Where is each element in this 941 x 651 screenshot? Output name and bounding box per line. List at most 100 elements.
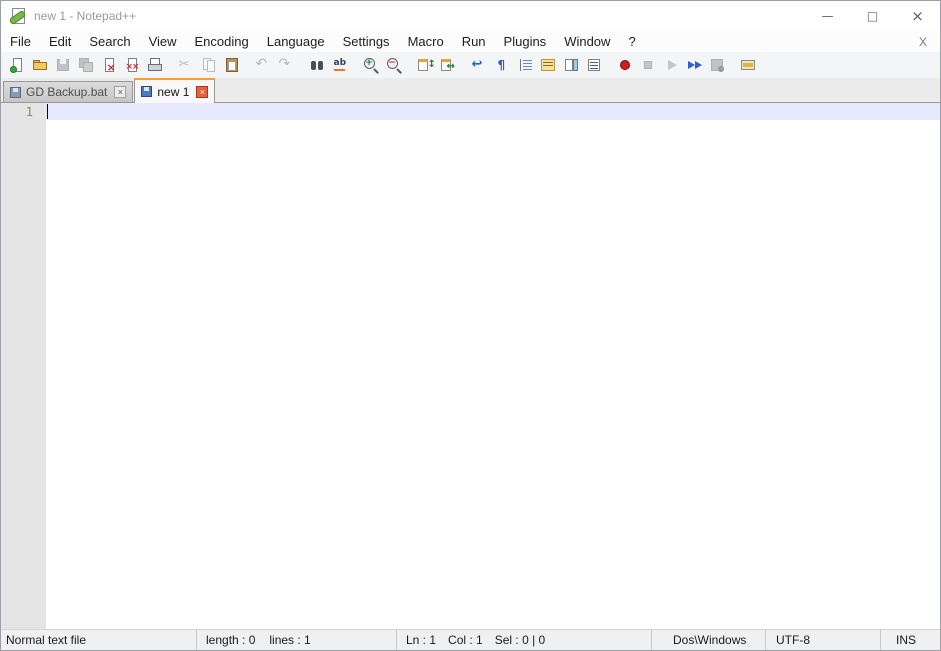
open-file-icon xyxy=(32,57,48,73)
macro-start-recording-button[interactable] xyxy=(613,54,636,76)
text-editing-area[interactable] xyxy=(46,103,940,629)
tab-close-icon[interactable]: × xyxy=(196,85,209,98)
document-map-button[interactable] xyxy=(559,54,582,76)
show-indent-guide-button[interactable] xyxy=(513,54,536,76)
status-selection: Sel : 0 | 0 xyxy=(494,633,546,647)
macro-playback-button xyxy=(659,54,682,76)
macro-save-icon xyxy=(709,57,725,73)
maximize-button[interactable]: □ xyxy=(850,1,895,31)
zoom-in-icon xyxy=(363,57,379,73)
tab-gd-backup-bat[interactable]: GD Backup.bat × xyxy=(3,81,134,102)
menu-bar: File Edit Search View Encoding Language Settin… xyxy=(1,31,940,52)
macro-start-recording-icon xyxy=(617,57,633,73)
menu-item-view[interactable]: View xyxy=(140,32,186,51)
editor-area: 1 xyxy=(1,103,940,629)
paste-button[interactable] xyxy=(220,54,243,76)
status-typing-mode-label: INS xyxy=(896,633,917,647)
new-file-button[interactable] xyxy=(5,54,28,76)
close-all-icon xyxy=(124,57,140,73)
sync-horizontal-scrolling-button[interactable] xyxy=(436,54,459,76)
macro-run-multiple-times-button[interactable] xyxy=(682,54,705,76)
toolbar-separator xyxy=(243,54,251,76)
sync-vertical-scrolling-button[interactable] xyxy=(413,54,436,76)
document-list-icon xyxy=(586,57,602,73)
menu-item-window[interactable]: Window xyxy=(555,32,619,51)
minimize-button[interactable]: — xyxy=(805,1,850,31)
status-encoding-label: UTF-8 xyxy=(776,633,810,647)
zoom-in-button[interactable] xyxy=(359,54,382,76)
redo-icon xyxy=(278,57,294,73)
status-typing-mode[interactable]: INS xyxy=(881,630,940,650)
save-icon xyxy=(55,57,71,73)
close-button[interactable] xyxy=(97,54,120,76)
menu-item-settings[interactable]: Settings xyxy=(334,32,399,51)
status-doc-type-label: Normal text file xyxy=(6,633,87,647)
window-controls: — □ × xyxy=(805,1,940,31)
find-button[interactable] xyxy=(305,54,328,76)
status-line: Ln : 1 xyxy=(406,633,437,647)
word-wrap-button[interactable] xyxy=(467,54,490,76)
show-all-characters-icon xyxy=(494,57,510,73)
notepad-plus-plus-window: new 1 - Notepad++ — □ × File Edit Search Vi… xyxy=(0,0,941,651)
zoom-out-button[interactable] xyxy=(382,54,405,76)
toolbar xyxy=(1,52,940,78)
macro-stop-recording-button xyxy=(636,54,659,76)
print-button[interactable] xyxy=(143,54,166,76)
show-all-characters-button[interactable] xyxy=(490,54,513,76)
macro-playback-icon xyxy=(663,57,679,73)
status-eol-label: Dos\Windows xyxy=(673,633,747,647)
edit-toolbar-icon xyxy=(740,57,756,73)
print-icon xyxy=(147,57,163,73)
close-all-button[interactable] xyxy=(120,54,143,76)
window-title: new 1 - Notepad++ xyxy=(34,9,137,23)
unsaved-floppy-icon xyxy=(10,86,21,98)
notepad-plus-plus-logo-icon xyxy=(9,8,26,24)
menu-close-document-x[interactable]: X xyxy=(906,35,940,49)
menu-item-plugins[interactable]: Plugins xyxy=(495,32,556,51)
status-encoding[interactable]: UTF-8 xyxy=(766,630,881,650)
copy-button xyxy=(197,54,220,76)
status-cursor-position: Ln : 1 Col : 1 Sel : 0 | 0 xyxy=(397,630,652,650)
close-button[interactable]: × xyxy=(895,1,940,31)
status-lines: lines : 1 xyxy=(269,633,311,647)
toolbar-separator xyxy=(297,54,305,76)
menu-item-language[interactable]: Language xyxy=(258,32,334,51)
function-list-button[interactable] xyxy=(536,54,559,76)
tab-label: new 1 xyxy=(157,84,190,99)
line-number: 1 xyxy=(25,105,33,119)
document-map-icon xyxy=(563,57,579,73)
paste-icon xyxy=(224,57,240,73)
open-file-button[interactable] xyxy=(28,54,51,76)
tab-new-1[interactable]: new 1 × xyxy=(134,78,216,103)
title-bar: new 1 - Notepad++ — □ × xyxy=(1,1,940,31)
menu-item-help[interactable]: ? xyxy=(619,32,644,51)
menu-item-encoding[interactable]: Encoding xyxy=(186,32,258,51)
tab-close-icon[interactable]: × xyxy=(114,86,127,98)
redo-button xyxy=(274,54,297,76)
menu-item-search[interactable]: Search xyxy=(80,32,139,51)
tab-bar: GD Backup.bat × new 1 × xyxy=(1,78,940,103)
tab-label: GD Backup.bat xyxy=(26,85,108,99)
toolbar-separator xyxy=(605,54,613,76)
status-eol-format[interactable]: Dos\Windows xyxy=(652,630,766,650)
document-list-button[interactable] xyxy=(582,54,605,76)
macro-run-multiple-times-icon xyxy=(686,57,702,73)
sync-vertical-scrolling-icon xyxy=(417,57,436,73)
line-number-gutter: 1 xyxy=(1,103,46,629)
toolbar-separator xyxy=(166,54,174,76)
close-icon xyxy=(101,57,117,73)
menu-item-edit[interactable]: Edit xyxy=(40,32,80,51)
edit-toolbar-button[interactable] xyxy=(736,54,759,76)
menu-item-file[interactable]: File xyxy=(1,32,40,51)
menu-item-macro[interactable]: Macro xyxy=(399,32,453,51)
find-icon xyxy=(309,57,325,73)
undo-icon xyxy=(255,57,271,73)
status-doc-type: Normal text file xyxy=(1,630,197,650)
replace-button[interactable] xyxy=(328,54,351,76)
save-button xyxy=(51,54,74,76)
sync-horizontal-scrolling-icon xyxy=(440,57,456,73)
macro-save-button xyxy=(705,54,728,76)
menu-item-run[interactable]: Run xyxy=(453,32,495,51)
word-wrap-icon xyxy=(471,57,487,73)
status-length: length : 0 xyxy=(206,633,256,647)
